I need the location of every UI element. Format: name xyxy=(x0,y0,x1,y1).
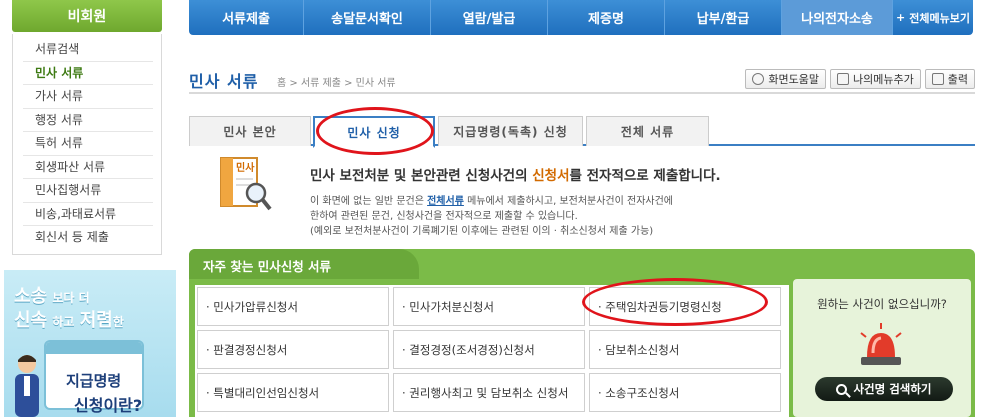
category-tabs: 민사 본안 민사 신청 지급명령(독촉) 신청 전체 서류 xyxy=(189,116,975,148)
form-litigation-aid[interactable]: · 소송구조신청서 xyxy=(589,373,781,412)
nav-payment-refund[interactable]: 납부/환급 xyxy=(665,0,782,35)
printer-icon xyxy=(931,73,944,85)
case-search-box: 원하는 사건이 없으십니까? 사건명 검색하기 xyxy=(793,279,971,417)
nav-my-e-litigation[interactable]: 나의전자소송 xyxy=(782,0,893,35)
tab-civil-application[interactable]: 민사 신청 xyxy=(313,116,435,148)
nav-certificate[interactable]: 제증명 xyxy=(548,0,665,35)
screen-help-button[interactable]: 화면도움말 xyxy=(745,69,827,89)
banner-line-4: 신청이란? xyxy=(74,396,143,415)
sidebar-item-bankruptcy[interactable]: 회생파산 서류 xyxy=(23,156,153,179)
tab-payment-order[interactable]: 지급명령(독촉) 신청 xyxy=(438,116,583,146)
form-special-agent[interactable]: · 특별대리인선임신청서 xyxy=(197,373,389,412)
plus-icon: + xyxy=(896,11,906,24)
forms-grid: · 민사가압류신청서 · 민사가처분신청서 · 주택임차권등기명령신청 · 판결… xyxy=(195,285,789,417)
top-navigation: 서류제출 송달문서확인 열람/발급 제증명 납부/환급 나의전자소송 + 전체메… xyxy=(189,0,973,35)
all-menu-label: 전체메뉴보기 xyxy=(909,11,970,25)
add-my-menu-button[interactable]: 나의메뉴추가 xyxy=(830,69,921,89)
payment-order-banner[interactable]: 소송 보다 더 신속 하고 저렴한 지급명령 신청이란? xyxy=(4,270,176,417)
banner-line-3: 지급명령 xyxy=(66,372,122,390)
nav-service-check[interactable]: 송달문서확인 xyxy=(304,0,431,35)
banner-line-2: 신속 하고 저렴한 xyxy=(14,310,124,331)
add-menu-icon xyxy=(837,73,850,85)
search-icon xyxy=(836,383,848,395)
page-title: 민사 서류 xyxy=(189,72,259,91)
all-documents-link[interactable]: 전체서류 xyxy=(427,196,464,207)
civil-document-icon: 민사 xyxy=(220,157,272,211)
svg-text:민사: 민사 xyxy=(236,161,255,174)
form-provisional-attachment[interactable]: · 민사가압류신청서 xyxy=(197,287,389,326)
print-label: 출력 xyxy=(947,73,968,86)
form-provisional-disposition[interactable]: · 민사가처분신청서 xyxy=(393,287,585,326)
case-name-search-button[interactable]: 사건명 검색하기 xyxy=(815,377,953,401)
tab-civil-main[interactable]: 민사 본안 xyxy=(189,116,311,146)
form-housing-lease-registration[interactable]: · 주택임차권등기명령신청 xyxy=(589,287,781,326)
sidebar-item-patent[interactable]: 특허 서류 xyxy=(23,132,153,156)
tab-all-documents[interactable]: 전체 서류 xyxy=(586,116,709,146)
breadcrumb: 홈 > 서류 제출 > 민사 서류 xyxy=(277,78,396,89)
sidebar-item-civil-execution[interactable]: 민사집행서류 xyxy=(23,179,153,203)
form-rights-exercise-notice[interactable]: · 권리행사최고 및 담보취소 신청서 xyxy=(393,373,585,412)
nav-document-submit[interactable]: 서류제출 xyxy=(189,0,304,35)
siren-icon xyxy=(860,323,902,365)
sidebar-item-document-search[interactable]: 서류검색 xyxy=(23,38,153,62)
sidebar-item-civil[interactable]: 민사 서류 xyxy=(23,62,153,85)
banner-line-1: 소송 보다 더 xyxy=(14,286,90,307)
sidebar-item-family[interactable]: 가사 서류 xyxy=(23,85,153,109)
add-my-menu-label: 나의메뉴추가 xyxy=(853,73,914,86)
print-button[interactable]: 출력 xyxy=(924,69,975,89)
info-icon xyxy=(752,73,765,85)
sidebar-header: 비회원 xyxy=(12,0,162,32)
sidebar-item-reply-submission[interactable]: 회신서 등 제출 xyxy=(23,226,153,250)
all-menu-button[interactable]: + 전체메뉴보기 xyxy=(893,10,973,26)
screen-help-label: 화면도움말 xyxy=(768,73,820,86)
form-decision-correction[interactable]: · 결정경정(조서경정)신청서 xyxy=(393,330,585,369)
form-security-cancellation[interactable]: · 담보취소신청서 xyxy=(589,330,781,369)
sidebar: 비회원 서류검색 민사 서류 가사 서류 행정 서류 특허 서류 회생파산 서류… xyxy=(12,0,162,255)
intro-description: 이 화면에 없는 일반 문건은 전체서류 메뉴에서 제출하시고, 보전처분사건이… xyxy=(310,196,673,237)
nav-view-issue[interactable]: 열람/발급 xyxy=(431,0,548,35)
intro-heading: 민사 보전처분 및 본안관련 신청사건의 신청서를 전자적으로 제출합니다. xyxy=(310,168,721,184)
person-illustration xyxy=(15,355,39,417)
frequent-forms-panel: 자주 찾는 민사신청 서류 · 민사가압류신청서 · 민사가처분신청서 · 주택… xyxy=(189,249,975,417)
case-name-search-label: 사건명 검색하기 xyxy=(853,382,932,396)
tool-buttons: 화면도움말 나의메뉴추가 출력 xyxy=(745,69,975,89)
title-row: 민사 서류 홈 > 서류 제출 > 민사 서류 화면도움말 나의메뉴추가 출력 xyxy=(189,66,975,94)
sidebar-item-non-contentious[interactable]: 비송,과태료서류 xyxy=(23,203,153,226)
sidebar-list: 서류검색 민사 서류 가사 서류 행정 서류 특허 서류 회생파산 서류 민사집… xyxy=(12,34,162,255)
sidebar-item-administrative[interactable]: 행정 서류 xyxy=(23,109,153,132)
case-search-question: 원하는 사건이 없으십니까? xyxy=(817,297,947,311)
panel-title: 자주 찾는 민사신청 서류 xyxy=(203,259,332,274)
form-judgment-correction[interactable]: · 판결경정신청서 xyxy=(197,330,389,369)
